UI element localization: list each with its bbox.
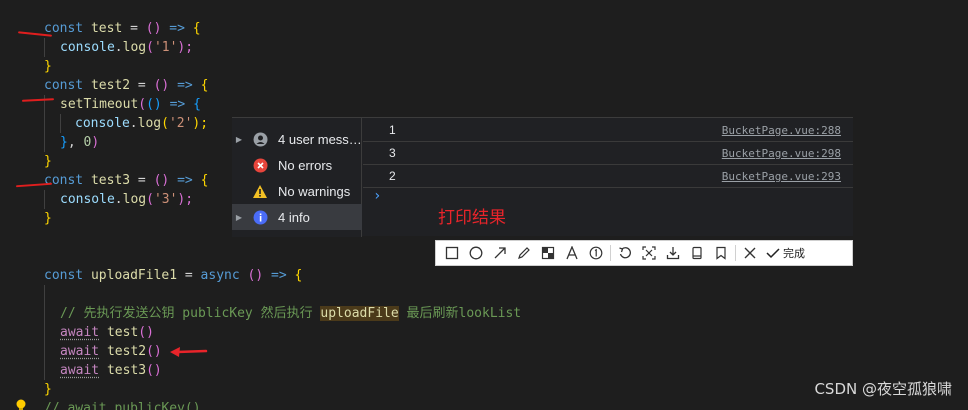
log-source-link[interactable]: BucketPage.vue:288 (722, 124, 841, 137)
log-value: 2 (389, 169, 396, 183)
console-prompt-icon[interactable]: › (373, 188, 381, 204)
info-icon (252, 209, 268, 225)
undo-icon[interactable] (613, 241, 637, 265)
cancel-icon[interactable] (738, 241, 762, 265)
red-underline-mark (21, 98, 55, 102)
indent-guide (44, 38, 45, 57)
confirm-icon (766, 248, 780, 259)
ellipse-icon[interactable] (464, 241, 488, 265)
code-line[interactable]: }, 0) (60, 133, 99, 152)
code-comment[interactable]: // 先执行发送公钥 publicKey 然后执行 uploadFile 最后刷… (60, 304, 521, 323)
console-log-row[interactable]: 1 BucketPage.vue:288 (363, 119, 853, 142)
code-line[interactable]: await test() (60, 323, 154, 342)
code-line[interactable]: } (44, 57, 52, 76)
console-log-list: 1 BucketPage.vue:288 3 BucketPage.vue:29… (363, 118, 853, 237)
code-line[interactable]: const test = () => { (44, 19, 201, 38)
code-line[interactable]: } (44, 380, 52, 399)
code-line[interactable]: } (44, 152, 52, 171)
sidebar-item-user-messages[interactable]: ▶ 4 user mess… (232, 126, 362, 152)
code-line[interactable]: setTimeout(() => { (60, 95, 201, 114)
number-icon[interactable] (584, 241, 608, 265)
lightbulb-icon[interactable] (16, 399, 26, 410)
pen-icon[interactable] (512, 241, 536, 265)
code-line[interactable]: await test2() (60, 342, 162, 361)
code-line[interactable]: const test3 = () => { (44, 171, 208, 190)
download-icon[interactable] (661, 241, 685, 265)
code-line[interactable]: console.log('3'); (60, 190, 193, 209)
indent-guide (44, 95, 45, 152)
devtools-console: ▶ 4 user mess… No errors No warnings ▶ 4… (232, 117, 853, 237)
toolbar-divider (610, 245, 611, 261)
bookmark-icon[interactable] (709, 241, 733, 265)
sidebar-item-info[interactable]: ▶ 4 info (232, 204, 362, 230)
error-icon (252, 157, 268, 173)
warning-icon (252, 183, 268, 199)
expand-caret-icon[interactable]: ▶ (232, 135, 246, 144)
console-log-row[interactable]: 2 BucketPage.vue:293 (363, 165, 853, 188)
indent-guide (60, 114, 61, 133)
text-icon[interactable] (560, 241, 584, 265)
code-line[interactable]: const uploadFile1 = async () => { (44, 266, 302, 285)
screenshot-toolbar: 完成 (435, 240, 853, 266)
console-log-row[interactable]: 3 BucketPage.vue:298 (363, 142, 853, 165)
toolbar-divider (735, 245, 736, 261)
user-icon (252, 131, 268, 147)
indent-guide (44, 190, 45, 209)
console-sidebar: ▶ 4 user mess… No errors No warnings ▶ 4… (232, 118, 362, 237)
log-source-link[interactable]: BucketPage.vue:293 (722, 170, 841, 183)
code-line[interactable]: console.log('2'); (75, 114, 208, 133)
sidebar-item-warnings[interactable]: No warnings (232, 178, 362, 204)
print-result-annotation: 打印结果 (438, 208, 506, 228)
code-line[interactable]: const test2 = () => { (44, 76, 208, 95)
ocr-icon[interactable] (637, 241, 661, 265)
code-comment[interactable]: // await publicKey() (44, 399, 201, 410)
log-source-link[interactable]: BucketPage.vue:298 (722, 147, 841, 160)
rectangle-icon[interactable] (440, 241, 464, 265)
arrow-icon[interactable] (488, 241, 512, 265)
confirm-button[interactable]: 完成 (762, 245, 809, 261)
code-line[interactable]: await test3() (60, 361, 162, 380)
watermark: CSDN @夜空孤狼啸 (814, 380, 952, 398)
indent-guide (44, 285, 45, 380)
expand-caret-icon[interactable]: ▶ (232, 213, 246, 222)
code-line[interactable]: } (44, 209, 52, 228)
code-line[interactable]: console.log('1'); (60, 38, 193, 57)
log-value: 3 (389, 146, 396, 160)
red-arrow-icon (170, 347, 208, 357)
pin-icon[interactable] (685, 241, 709, 265)
mosaic-icon[interactable] (536, 241, 560, 265)
sidebar-item-errors[interactable]: No errors (232, 152, 362, 178)
log-value: 1 (389, 123, 396, 137)
